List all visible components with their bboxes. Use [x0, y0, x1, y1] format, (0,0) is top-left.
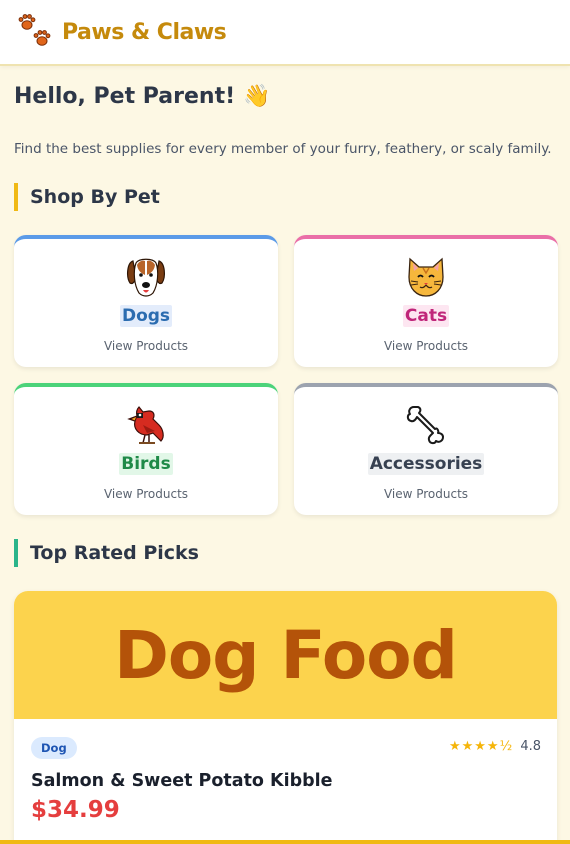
view-products-link[interactable]: View Products — [294, 487, 558, 501]
product-card[interactable]: Dog Food Dog ★★★★½ 4.8 Salmon & Sweet Po… — [14, 591, 557, 844]
cat-face-icon — [405, 255, 447, 299]
product-rating: ★★★★½ 4.8 — [449, 739, 541, 754]
product-image-banner[interactable]: Dog Food — [14, 591, 557, 719]
section-title-top-rated: Top Rated Picks — [14, 539, 199, 567]
star-rating-icon: ★★★★½ — [448, 739, 514, 754]
bird-icon — [125, 403, 167, 447]
pet-name-label: Accessories — [367, 453, 485, 475]
product-banner-text: Dog Food — [114, 616, 458, 694]
pet-name-label: Birds — [119, 453, 173, 475]
brand-name[interactable]: Paws & Claws — [62, 20, 227, 45]
rating-score: 4.8 — [520, 739, 541, 754]
product-price: $34.99 — [31, 797, 120, 823]
pet-name-label: Cats — [402, 305, 450, 327]
waving-hand-icon: 👋 — [243, 84, 271, 109]
pet-card-cats[interactable]: Cats View Products — [294, 235, 558, 367]
bottom-accent-bar — [0, 840, 570, 844]
view-products-link[interactable]: View Products — [14, 487, 278, 501]
pet-card-birds[interactable]: Birds View Products — [14, 383, 278, 515]
view-products-link[interactable]: View Products — [14, 339, 278, 353]
site-header: Paws & Claws — [0, 0, 570, 66]
intro-text: Find the best supplies for every member … — [14, 141, 552, 157]
dog-face-icon — [125, 255, 167, 299]
pet-card-dogs[interactable]: Dogs View Products — [14, 235, 278, 367]
greeting-text: Hello, Pet Parent! — [14, 84, 236, 109]
bone-icon — [405, 403, 447, 447]
product-name[interactable]: Salmon & Sweet Potato Kibble — [31, 771, 333, 791]
section-title-shop-by-pet: Shop By Pet — [14, 183, 160, 211]
paw-prints-icon — [16, 12, 56, 52]
view-products-link[interactable]: View Products — [294, 339, 558, 353]
pet-card-accessories[interactable]: Accessories View Products — [294, 383, 558, 515]
category-badge: Dog — [31, 737, 77, 759]
pet-name-label: Dogs — [119, 305, 173, 327]
greeting-heading: Hello, Pet Parent! 👋 — [14, 84, 271, 109]
